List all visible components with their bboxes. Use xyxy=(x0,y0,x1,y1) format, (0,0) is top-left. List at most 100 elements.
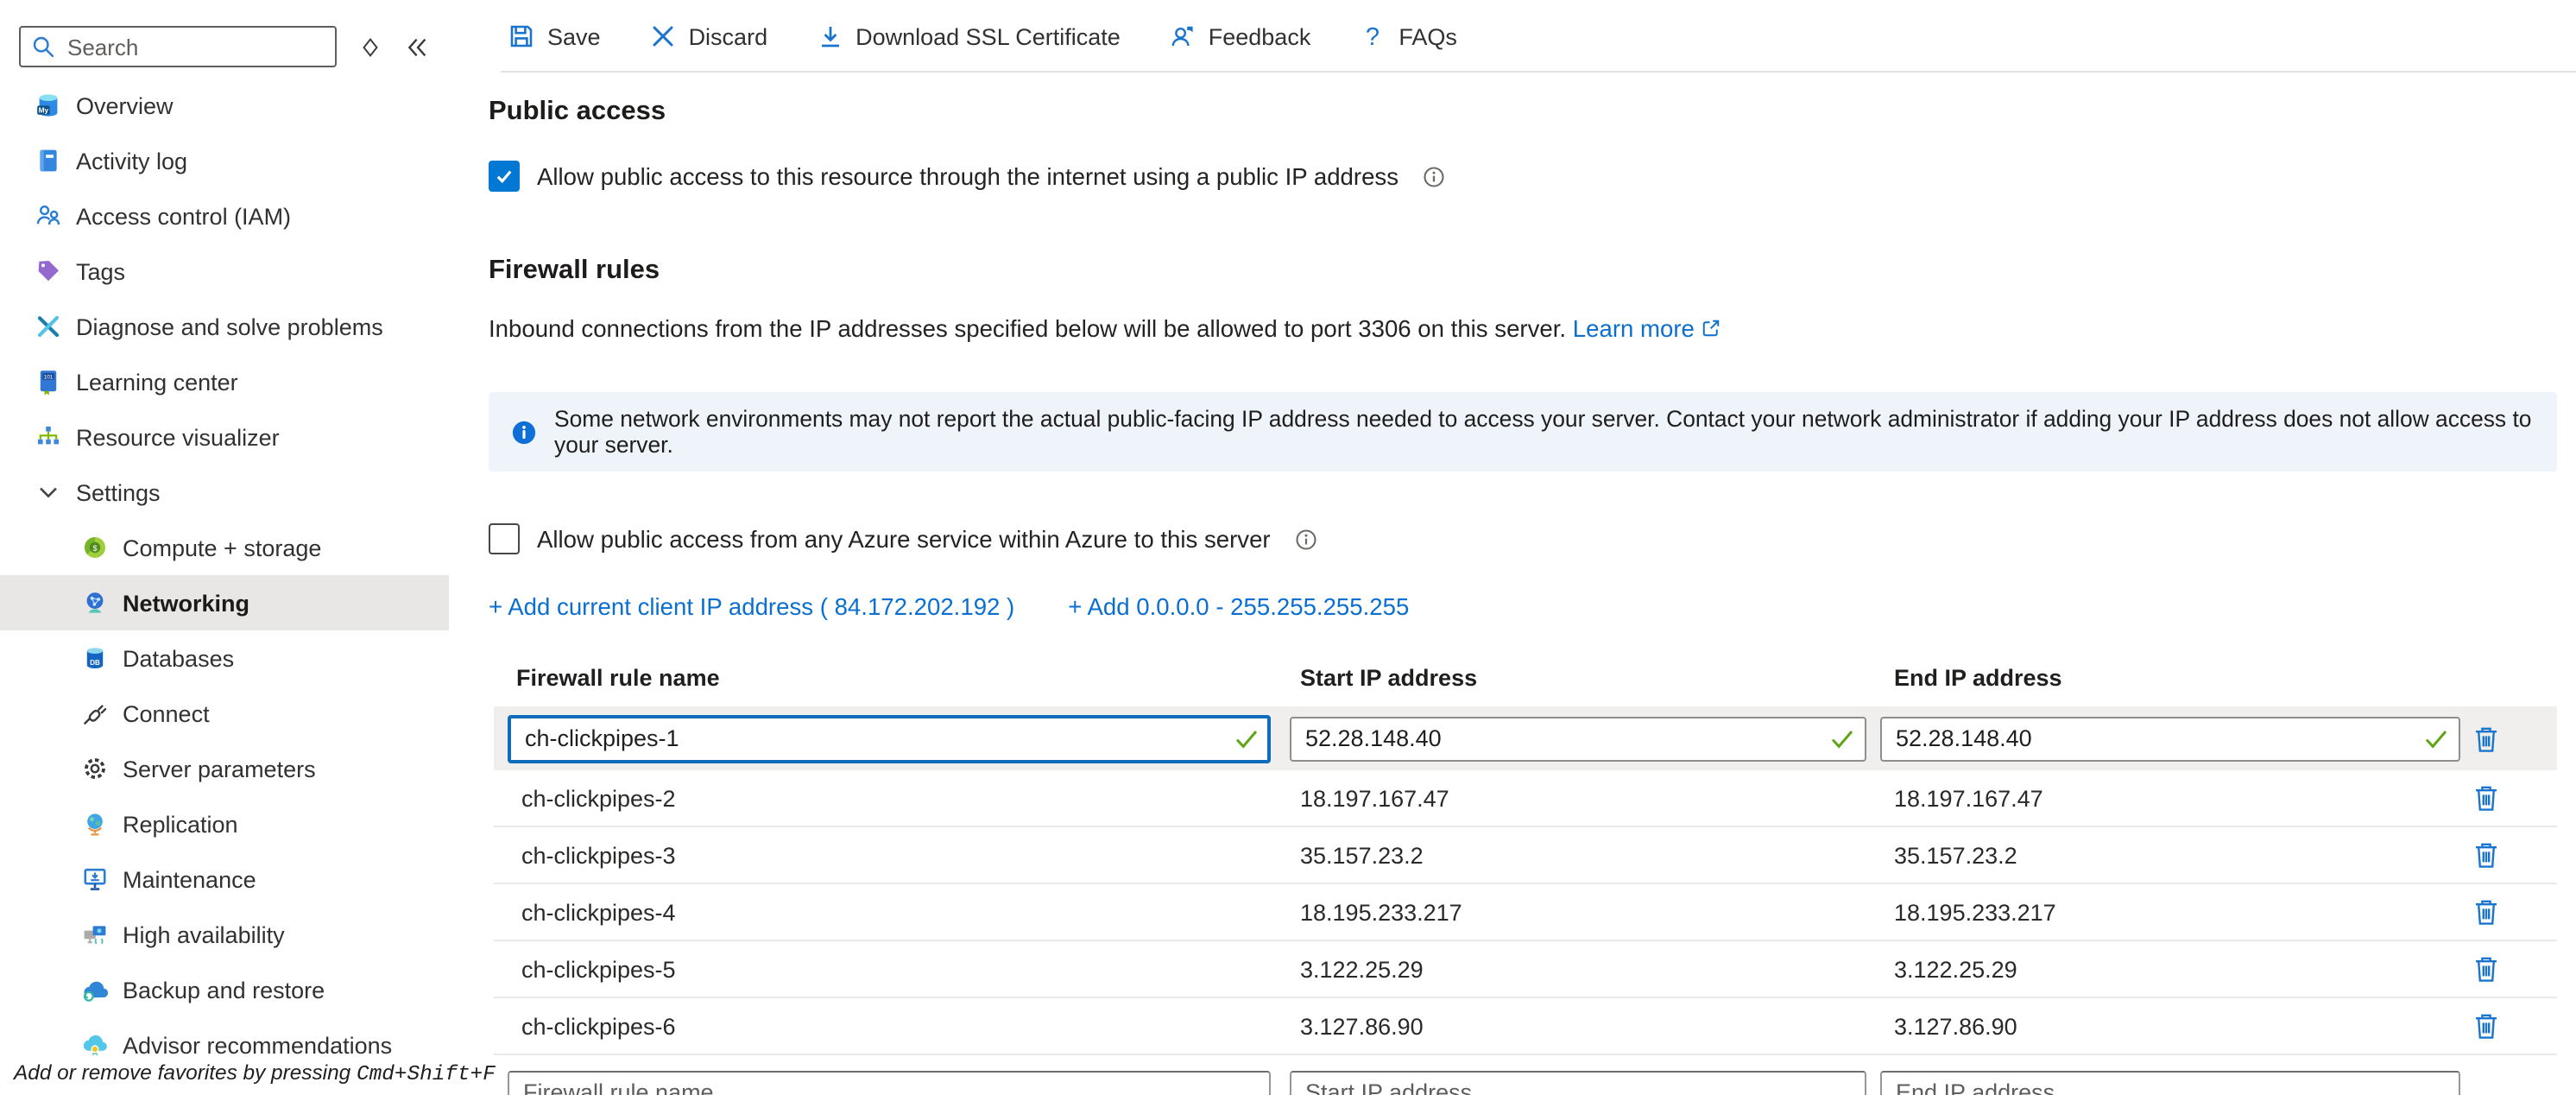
delete-rule-button[interactable] xyxy=(2474,841,2498,869)
new-start-ip-input[interactable] xyxy=(1290,1071,1866,1095)
rule-name-cell: ch-clickpipes-6 xyxy=(508,1013,1271,1039)
high-availability-icon xyxy=(81,921,109,948)
sidebar-item-label: Settings xyxy=(76,479,161,505)
sidebar-item-access-control[interactable]: Access control (IAM) xyxy=(0,188,449,244)
sidebar-item-label: Backup and restore xyxy=(123,977,325,1003)
chevron-down-icon xyxy=(35,478,62,506)
column-header-rule-name: Firewall rule name xyxy=(508,665,1271,691)
databases-icon: DB xyxy=(81,644,109,672)
sidebar-item-tags[interactable]: Tags xyxy=(0,244,449,299)
sidebar-item-label: Server parameters xyxy=(123,756,316,782)
sidebar-item-networking[interactable]: Networking xyxy=(0,575,449,630)
rule-name-cell: ch-clickpipes-3 xyxy=(508,842,1271,868)
sidebar-item-activity-log[interactable]: Activity log xyxy=(0,133,449,188)
faqs-button[interactable]: ? FAQs xyxy=(1359,22,1457,50)
info-filled-icon xyxy=(511,419,537,445)
public-access-checkbox[interactable] xyxy=(489,161,520,192)
sidebar-item-resource-visualizer[interactable]: Resource visualizer xyxy=(0,409,449,465)
search-input[interactable] xyxy=(64,32,325,61)
sidebar-item-maintenance[interactable]: Maintenance xyxy=(0,851,449,907)
networking-content: Public access Allow public access to thi… xyxy=(489,97,2576,1095)
download-ssl-label: Download SSL Certificate xyxy=(856,23,1121,49)
command-bar: Save Discard Download SSL Certificate Fe… xyxy=(508,22,2576,50)
delete-rule-button[interactable] xyxy=(2474,955,2498,983)
sidebar-item-backup-restore[interactable]: Backup and restore xyxy=(0,962,449,1017)
download-ssl-certificate-button[interactable]: Download SSL Certificate xyxy=(816,22,1121,50)
sidebar-item-label: Learning center xyxy=(76,369,238,395)
sidebar-nav: My Overview Activity log Access control … xyxy=(0,78,449,1073)
diamond-icon[interactable] xyxy=(359,35,382,58)
sidebar-item-learning-center[interactable]: 101 Learning center xyxy=(0,354,449,409)
sidebar-item-compute-storage[interactable]: $ Compute + storage xyxy=(0,520,449,575)
column-header-end-ip: End IP address xyxy=(1880,665,2460,691)
globe-icon xyxy=(81,810,109,838)
favorites-note: Add or remove favorites by pressing Cmd+… xyxy=(14,1060,496,1086)
sidebar-item-high-availability[interactable]: High availability xyxy=(0,907,449,962)
sidebar-item-label: Replication xyxy=(123,811,238,837)
firewall-description: Inbound connections from the IP addresse… xyxy=(489,316,2576,342)
add-client-ip-link[interactable]: + Add current client IP address ( 84.172… xyxy=(489,594,1014,620)
info-icon[interactable] xyxy=(1293,526,1319,552)
table-row: ch-clickpipes-6 3.127.86.90 3.127.86.90 xyxy=(494,998,2557,1055)
sidebar-item-label: Tags xyxy=(76,258,125,284)
sidebar-item-overview[interactable]: My Overview xyxy=(0,78,449,133)
backup-restore-icon xyxy=(81,976,109,1003)
column-header-start-ip: Start IP address xyxy=(1290,665,1866,691)
sidebar-item-label: Compute + storage xyxy=(123,535,321,560)
delete-rule-button[interactable] xyxy=(2474,898,2498,926)
sidebar-item-replication[interactable]: Replication xyxy=(0,796,449,851)
sidebar-item-databases[interactable]: DB Databases xyxy=(0,630,449,686)
access-control-icon xyxy=(35,202,62,230)
azure-services-checkbox[interactable] xyxy=(489,523,520,554)
resource-visualizer-icon xyxy=(35,423,62,451)
compute-storage-icon: $ xyxy=(81,534,109,561)
rule-name-input[interactable] xyxy=(508,714,1271,763)
valid-check-icon xyxy=(1234,728,1259,749)
valid-check-icon xyxy=(1830,728,1854,749)
discard-icon xyxy=(649,22,677,50)
start-ip-cell: 3.122.25.29 xyxy=(1290,956,1866,982)
sidebar-item-label: Networking xyxy=(123,590,249,616)
external-link-icon xyxy=(1702,318,1722,339)
table-row: ch-clickpipes-5 3.122.25.29 3.122.25.29 xyxy=(494,941,2557,998)
discard-button[interactable]: Discard xyxy=(649,22,768,50)
save-button[interactable]: Save xyxy=(508,22,601,50)
sidebar-item-settings-group[interactable]: Settings xyxy=(0,465,449,520)
feedback-button[interactable]: Feedback xyxy=(1169,22,1311,50)
delete-rule-button[interactable] xyxy=(2474,784,2498,812)
add-all-ips-link[interactable]: + Add 0.0.0.0 - 255.255.255.255 xyxy=(1068,594,1409,620)
sidebar-item-server-parameters[interactable]: Server parameters xyxy=(0,741,449,796)
start-ip-input[interactable] xyxy=(1290,716,1866,761)
svg-text:DB: DB xyxy=(90,659,100,667)
start-ip-cell: 18.195.233.217 xyxy=(1290,899,1866,925)
table-row: ch-clickpipes-4 18.195.233.217 18.195.23… xyxy=(494,884,2557,941)
delete-rule-button[interactable] xyxy=(2474,1012,2498,1040)
azure-services-checkbox-row: Allow public access from any Azure servi… xyxy=(489,523,2576,554)
search-box[interactable] xyxy=(19,26,337,67)
rule-name-cell: ch-clickpipes-2 xyxy=(508,785,1271,811)
sidebar-item-label: Access control (IAM) xyxy=(76,203,291,229)
end-ip-input[interactable] xyxy=(1880,716,2460,761)
sidebar-item-label: Overview xyxy=(76,92,174,118)
sidebar-item-label: Diagnose and solve problems xyxy=(76,313,383,339)
svg-text:My: My xyxy=(39,105,49,114)
svg-text:?: ? xyxy=(1366,23,1380,50)
delete-rule-button[interactable] xyxy=(2474,725,2498,752)
add-ip-links: + Add current client IP address ( 84.172… xyxy=(489,594,2576,620)
firewall-description-text: Inbound connections from the IP addresse… xyxy=(489,316,1566,342)
start-ip-cell: 35.157.23.2 xyxy=(1290,842,1866,868)
new-rule-name-input[interactable] xyxy=(508,1071,1271,1095)
sidebar-item-diagnose[interactable]: Diagnose and solve problems xyxy=(0,299,449,354)
save-label: Save xyxy=(547,23,601,49)
new-end-ip-input[interactable] xyxy=(1880,1071,2460,1095)
sidebar-item-label: Connect xyxy=(123,700,210,726)
sidebar-item-label: High availability xyxy=(123,921,285,947)
firewall-rules-heading: Firewall rules xyxy=(489,256,2576,287)
sidebar-item-label: Activity log xyxy=(76,148,187,174)
collapse-sidebar-icon[interactable] xyxy=(404,34,430,60)
learn-more-link[interactable]: Learn more xyxy=(1573,316,1695,342)
sidebar-item-connect[interactable]: Connect xyxy=(0,686,449,741)
question-icon: ? xyxy=(1359,22,1386,50)
start-ip-cell: 3.127.86.90 xyxy=(1290,1013,1866,1039)
info-icon[interactable] xyxy=(1421,163,1447,189)
